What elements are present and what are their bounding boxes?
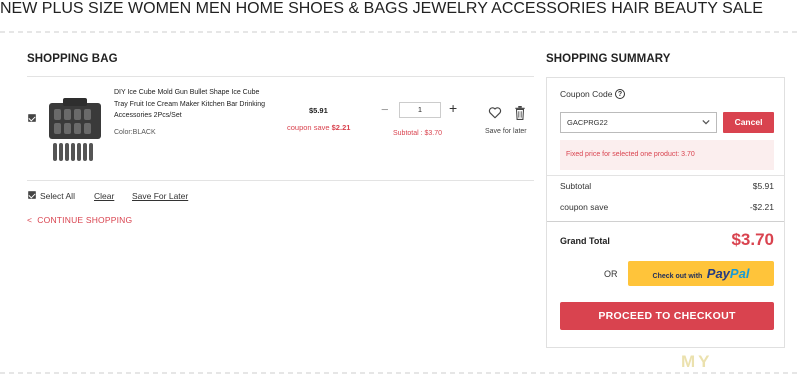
cancel-coupon-button[interactable]: Cancel <box>723 112 774 133</box>
continue-shopping-label: CONTINUE SHOPPING <box>37 215 133 225</box>
quantity-input[interactable]: 1 <box>399 102 441 118</box>
proceed-to-checkout-button[interactable]: PROCEED TO CHECKOUT <box>560 302 774 330</box>
top-nav: NEW PLUS SIZE WOMEN MEN HOME SHOES & BAG… <box>0 0 800 18</box>
product-image[interactable] <box>45 95 105 165</box>
save-for-later-link[interactable]: Save for later <box>485 128 527 135</box>
coupon-save-value: -$2.21 <box>749 202 774 212</box>
nav-divider <box>0 31 800 33</box>
shopping-summary-title: SHOPPING SUMMARY <box>546 53 671 65</box>
paypal-checkout-button[interactable]: Check out with PayPal <box>628 261 774 286</box>
nav-item-plus-size[interactable]: PLUS SIZE <box>42 0 124 17</box>
paypal-logo-pal: Pal <box>729 266 750 281</box>
nav-item-jewelry[interactable]: JEWELRY <box>413 0 488 17</box>
product-price: $5.91 <box>309 106 328 115</box>
help-icon[interactable]: ? <box>615 89 625 99</box>
save-for-later-bulk-link[interactable]: Save For Later <box>132 191 188 201</box>
nav-item-shoes-bags[interactable]: SHOES & BAGS <box>288 0 408 17</box>
grand-total-value: $3.70 <box>731 230 774 249</box>
shopping-bag-title: SHOPPING BAG <box>27 53 118 65</box>
coupon-save-label: coupon save <box>560 202 609 212</box>
chevron-down-icon <box>702 119 710 125</box>
select-all-label[interactable]: Select All <box>40 191 75 201</box>
watermark: MY <box>681 352 713 371</box>
continue-shopping-link[interactable]: < CONTINUE SHOPPING <box>27 215 132 225</box>
bag-divider-bottom <box>27 180 534 181</box>
trash-icon[interactable] <box>514 106 526 120</box>
item-coupon-label: coupon save <box>287 123 330 132</box>
nav-item-hair[interactable]: HAIR <box>611 0 649 17</box>
nav-item-beauty[interactable]: BEAUTY <box>654 0 718 17</box>
bag-divider-top <box>27 76 534 77</box>
nav-item-men[interactable]: MEN <box>196 0 232 17</box>
subtotal-label: Subtotal <box>560 181 592 191</box>
qty-increase-button[interactable]: + <box>449 100 457 116</box>
nav-item-accessories[interactable]: ACCESSORIES <box>491 0 607 17</box>
nav-item-new[interactable]: NEW <box>0 0 37 17</box>
summary-divider-1 <box>547 175 784 176</box>
footer-divider <box>0 372 800 374</box>
nav-item-women[interactable]: WOMEN <box>128 0 191 17</box>
chevron-left-icon: < <box>27 215 33 225</box>
or-separator: OR <box>604 269 618 279</box>
nav-item-home[interactable]: HOME <box>236 0 284 17</box>
heart-icon[interactable] <box>488 106 502 119</box>
item-coupon-save: coupon save $2.21 <box>287 123 350 132</box>
select-all-checkbox[interactable] <box>28 191 36 199</box>
subtotal-value: $5.91 <box>752 181 774 191</box>
coupon-note: Fixed price for selected one product: 3.… <box>560 140 774 170</box>
coupon-code-label: Coupon Code <box>560 89 613 99</box>
clear-link[interactable]: Clear <box>94 191 114 201</box>
coupon-select-value: GACPRG22 <box>567 118 608 127</box>
product-color: Color:BLACK <box>114 129 156 136</box>
item-checkbox[interactable] <box>28 114 36 122</box>
grand-total-label: Grand Total <box>560 236 610 246</box>
nav-item-sale[interactable]: SALE <box>722 0 763 17</box>
paypal-logo-pay: Pay <box>706 266 730 281</box>
product-name[interactable]: DIY Ice Cube Mold Gun Bullet Shape Ice C… <box>114 87 274 122</box>
coupon-select[interactable]: GACPRG22 <box>560 112 717 133</box>
summary-divider-2 <box>547 221 784 222</box>
paypal-prefix: Check out with <box>652 273 703 280</box>
item-coupon-value: $2.21 <box>331 123 351 132</box>
item-subtotal: Subtotal : $3.70 <box>393 130 443 137</box>
qty-decrease-button[interactable]: − <box>381 102 389 117</box>
